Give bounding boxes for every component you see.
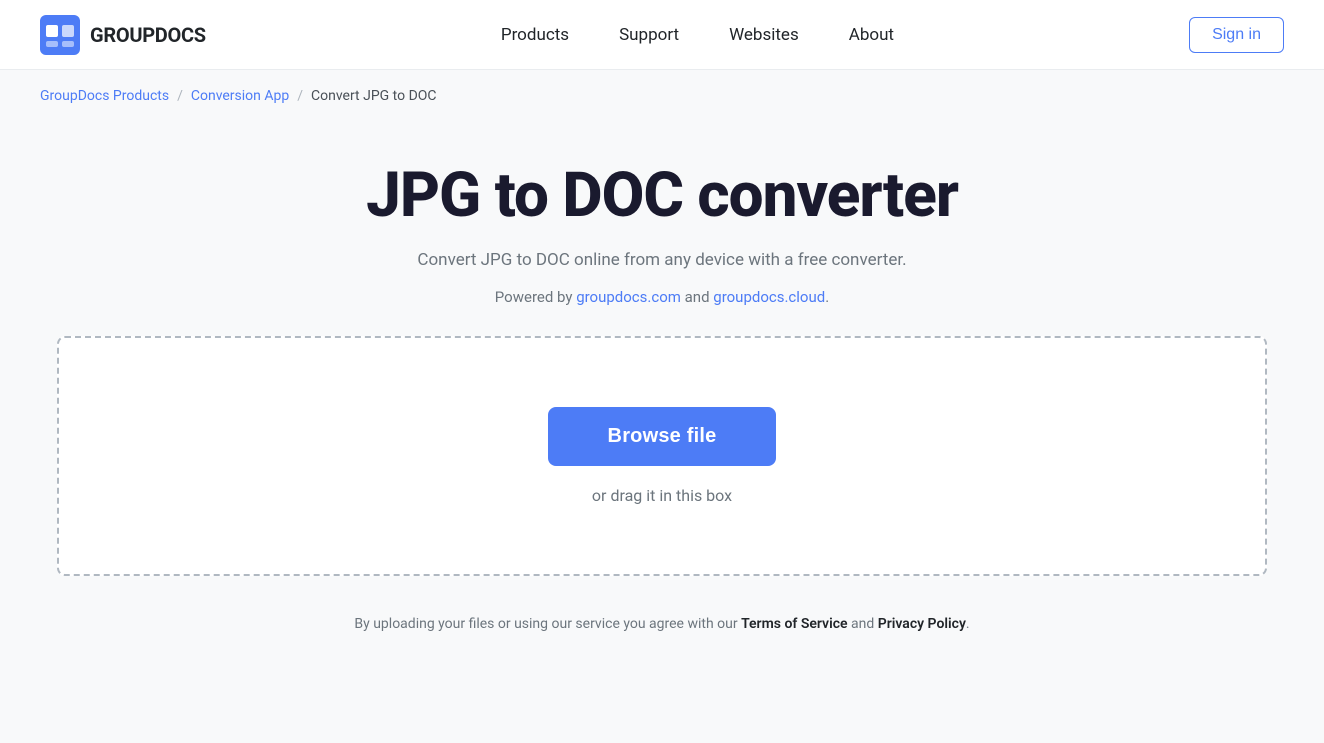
privacy-policy-link[interactable]: Privacy Policy bbox=[878, 616, 966, 632]
powered-by-prefix: Powered by bbox=[495, 288, 576, 306]
breadcrumb-current: Convert JPG to DOC bbox=[311, 88, 436, 104]
main-content: JPG to DOC converter Convert JPG to DOC … bbox=[0, 122, 1324, 662]
powered-by-suffix: . bbox=[825, 288, 829, 306]
nav-products[interactable]: Products bbox=[501, 25, 569, 45]
breadcrumb-item-2[interactable]: Conversion App bbox=[191, 88, 289, 104]
breadcrumb-separator-1: / bbox=[177, 88, 183, 104]
nav-about[interactable]: About bbox=[849, 25, 894, 45]
footer-suffix: . bbox=[966, 616, 970, 632]
header: GROUPDOCS Products Support Websites Abou… bbox=[0, 0, 1324, 70]
nav-support[interactable]: Support bbox=[619, 25, 679, 45]
footer-prefix: By uploading your files or using our ser… bbox=[354, 616, 741, 632]
groupdocs-com-link[interactable]: groupdocs.com bbox=[576, 288, 681, 306]
footer-and: and bbox=[848, 616, 878, 632]
sign-in-button[interactable]: Sign in bbox=[1189, 17, 1284, 53]
breadcrumb-item-1[interactable]: GroupDocs Products bbox=[40, 88, 169, 104]
breadcrumb-separator-2: / bbox=[297, 88, 303, 104]
file-drop-zone[interactable]: Browse file or drag it in this box bbox=[57, 336, 1267, 576]
powered-by-text: Powered by groupdocs.com and groupdocs.c… bbox=[495, 288, 829, 306]
drag-hint-text: or drag it in this box bbox=[592, 486, 732, 505]
main-nav: Products Support Websites About bbox=[501, 25, 894, 45]
groupdocs-cloud-link[interactable]: groupdocs.cloud bbox=[713, 288, 825, 306]
powered-by-and: and bbox=[681, 288, 713, 306]
page-subtitle: Convert JPG to DOC online from any devic… bbox=[417, 250, 906, 270]
logo-link[interactable]: GROUPDOCS bbox=[40, 15, 206, 55]
breadcrumb: GroupDocs Products / Conversion App / Co… bbox=[0, 70, 1324, 122]
groupdocs-logo-icon bbox=[40, 15, 80, 55]
page-title: JPG to DOC converter bbox=[366, 162, 958, 230]
logo-text: GROUPDOCS bbox=[90, 23, 206, 47]
browse-file-button[interactable]: Browse file bbox=[548, 407, 777, 466]
terms-of-service-link[interactable]: Terms of Service bbox=[741, 616, 847, 632]
footer-note: By uploading your files or using our ser… bbox=[354, 616, 969, 662]
nav-websites[interactable]: Websites bbox=[729, 25, 799, 45]
